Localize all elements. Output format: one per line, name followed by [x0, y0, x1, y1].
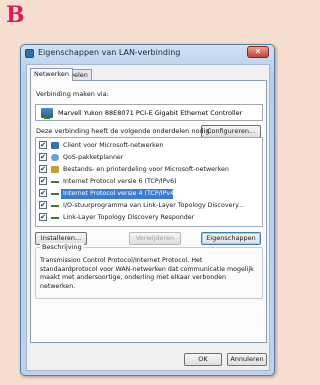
title-bar[interactable]: Eigenschappen van LAN-verbinding ✕ — [21, 45, 274, 62]
properties-button[interactable]: Eigenschappen — [201, 232, 261, 245]
checkbox[interactable]: ✔ — [39, 141, 47, 149]
list-item-label: Bestands- en printerdeling voor Microsof… — [63, 166, 229, 173]
checkbox[interactable]: ✔ — [39, 165, 47, 173]
list-item-label: Internet Protocol versie 4 (TCP/IPv4) — [63, 190, 177, 197]
checkbox[interactable]: ✔ — [39, 153, 47, 161]
list-item[interactable]: ✔ Client voor Microsoft-netwerken — [38, 140, 262, 151]
checkbox[interactable]: ✔ — [39, 189, 47, 197]
protocol-icon — [51, 217, 59, 219]
page: B Eigenschappen van LAN-verbinding ✕ Net… — [0, 0, 284, 385]
description-text: Transmission Control Protocol/Internet P… — [40, 257, 254, 290]
description-title: Beschrijving — [40, 243, 84, 251]
properties-dialog: Eigenschappen van LAN-verbinding ✕ Netwe… — [20, 44, 275, 376]
qos-icon — [51, 154, 59, 161]
list-item[interactable]: ✔ Internet Protocol versie 6 (TCP/IPv6) — [38, 176, 262, 187]
list-item[interactable]: ✔ Bestands- en printerdeling voor Micros… — [38, 164, 262, 175]
protocol-icon — [51, 205, 59, 207]
connect-via-label: Verbinding maken via: — [36, 90, 109, 98]
remove-button[interactable]: Verwijderen — [129, 232, 181, 245]
list-item-label: QoS-pakketplanner — [63, 154, 124, 161]
tab-panel-netwerken: Verbinding maken via: Marvell Yukon 88E8… — [30, 80, 267, 343]
close-icon: ✕ — [254, 47, 262, 56]
checkbox[interactable]: ✔ — [39, 213, 47, 221]
network-card-icon — [41, 108, 53, 119]
share-icon — [51, 166, 59, 173]
ok-button[interactable]: OK — [184, 353, 222, 366]
window-title: Eigenschappen van LAN-verbinding — [38, 48, 181, 57]
list-item-label: I/O-stuurprogramma van Link-Layer Topolo… — [63, 202, 244, 209]
protocol-icon — [51, 193, 59, 195]
adapter-field: Marvell Yukon 88E8071 PCI-E Gigabit Ethe… — [35, 104, 263, 121]
figure-letter: B — [6, 2, 25, 28]
cancel-button[interactable]: Annuleren — [227, 353, 267, 366]
network-icon — [25, 49, 34, 58]
checkbox[interactable]: ✔ — [39, 201, 47, 209]
tab-netwerken[interactable]: Netwerken — [30, 68, 74, 81]
list-item-label: Client voor Microsoft-netwerken — [63, 142, 164, 149]
close-button[interactable]: ✕ — [247, 46, 269, 58]
list-item[interactable]: ✔ QoS-pakketplanner — [38, 152, 262, 163]
list-item-label: Link-Layer Topology Discovery Responder — [63, 214, 195, 221]
client-icon — [51, 142, 59, 149]
adapter-name: Marvell Yukon 88E8071 PCI-E Gigabit Ethe… — [58, 109, 243, 117]
items-label: Deze verbinding heeft de volgende onderd… — [36, 127, 212, 135]
protocol-icon — [51, 181, 59, 183]
list-item-label: Internet Protocol versie 6 (TCP/IPv6) — [63, 178, 177, 185]
list-item[interactable]: ✔ Link-Layer Topology Discovery Responde… — [38, 212, 262, 223]
dialog-body: Netwerken Delen Verbinding maken via: Ma… — [26, 64, 270, 371]
list-item[interactable]: ✔ I/O-stuurprogramma van Link-Layer Topo… — [38, 200, 262, 211]
checkbox[interactable]: ✔ — [39, 177, 47, 185]
list-item-selected[interactable]: ✔ Internet Protocol versie 4 (TCP/IPv4) — [38, 188, 262, 199]
components-list[interactable]: ✔ Client voor Microsoft-netwerken ✔ QoS-… — [35, 137, 263, 227]
